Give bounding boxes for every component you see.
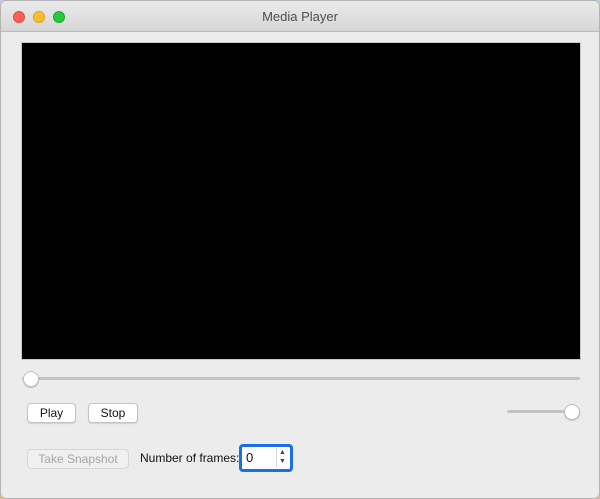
stepper-up-down-icon[interactable]: ▲ ▼	[276, 448, 288, 467]
stepper-up-icon[interactable]: ▲	[277, 448, 288, 457]
stepper-down-icon[interactable]: ▼	[277, 457, 288, 466]
window-title: Media Player	[262, 9, 338, 24]
stop-button[interactable]: Stop	[88, 403, 138, 423]
seek-slider-track[interactable]	[22, 377, 580, 380]
title-bar[interactable]: Media Player	[1, 1, 599, 32]
video-view	[21, 42, 581, 360]
frames-label: Number of frames:	[140, 451, 240, 465]
take-snapshot-button[interactable]: Take Snapshot	[27, 449, 129, 469]
frames-input[interactable]	[244, 449, 274, 467]
play-button[interactable]: Play	[27, 403, 76, 423]
media-player-window: Media Player Play Stop Take Snapshot Num…	[0, 0, 600, 499]
volume-slider-knob[interactable]	[564, 404, 580, 420]
content-area: Play Stop Take Snapshot Number of frames…	[11, 32, 589, 490]
seek-slider-knob[interactable]	[23, 371, 39, 387]
frames-field[interactable]: ▲ ▼	[239, 444, 293, 472]
